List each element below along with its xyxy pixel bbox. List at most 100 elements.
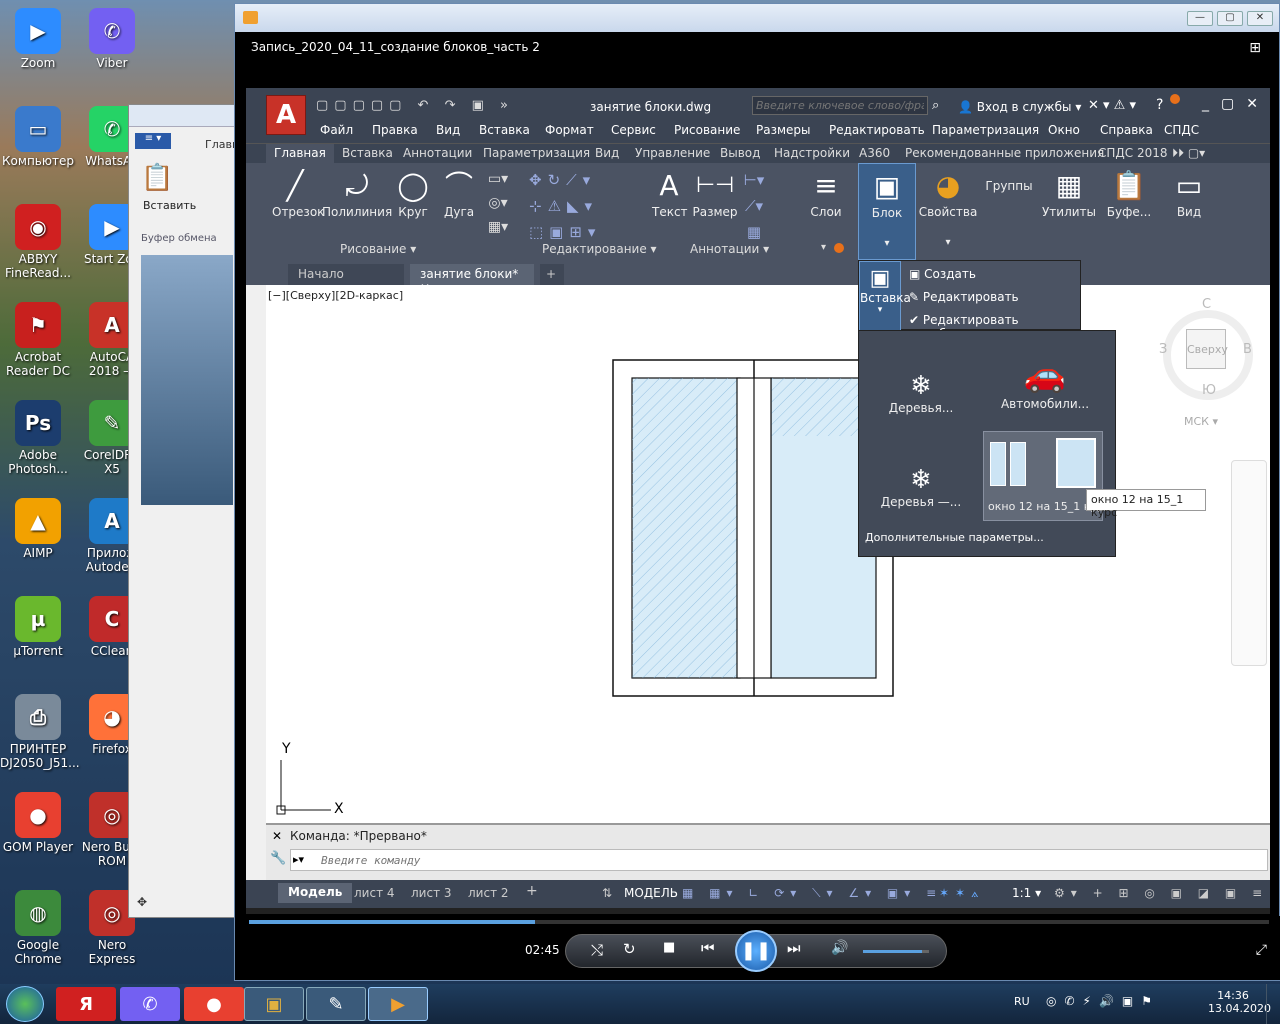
view-tool[interactable]: ▭ Вид bbox=[1160, 167, 1218, 219]
menu-window[interactable]: Окно bbox=[1048, 123, 1080, 137]
new-tab-button[interactable]: + bbox=[540, 264, 564, 285]
tab-parametric[interactable]: Параметризация bbox=[483, 146, 590, 160]
file-menu-button[interactable]: ≡ ▾ bbox=[135, 133, 171, 149]
menu-view[interactable]: Вид bbox=[436, 123, 460, 137]
model-space-button[interactable]: МОДЕЛЬ bbox=[624, 886, 678, 900]
taskbar-explorer[interactable]: ▣ bbox=[244, 987, 304, 1021]
polyline-tool[interactable]: ⤾ Полилиния bbox=[322, 167, 392, 219]
gallery-item-trees-2[interactable]: ❄ Деревья —... bbox=[873, 465, 969, 509]
gallery-item-cars[interactable]: 🚗 Автомобили... bbox=[989, 353, 1101, 411]
viewcube-south[interactable]: Ю bbox=[1202, 383, 1216, 398]
move-icon[interactable]: ✥ bbox=[137, 895, 147, 909]
close-button[interactable]: ✕ bbox=[1247, 10, 1273, 26]
layout-tab-sheet2[interactable]: лист 2 bbox=[468, 886, 509, 900]
panel-modify-title[interactable]: Редактирование ▾ bbox=[542, 242, 657, 256]
modify-tools[interactable]: ✥↻⟋▾ ⊹⚠◣▾ ⬚▣⊞▾ bbox=[529, 167, 624, 245]
wrench-icon[interactable]: 🔧 bbox=[270, 851, 286, 866]
menu-file[interactable]: Файл bbox=[320, 123, 353, 137]
viewcube-face[interactable]: Сверху bbox=[1186, 329, 1228, 369]
paste-icon[interactable]: 📋 bbox=[141, 163, 173, 193]
autocad-app-button[interactable]: A bbox=[266, 95, 306, 135]
groups-tool[interactable]: Группы bbox=[980, 179, 1038, 193]
taskbar-player[interactable]: ▶ bbox=[368, 987, 428, 1021]
pause-button[interactable]: ❚❚ bbox=[735, 930, 777, 972]
layers-dropdown-arrow[interactable]: ▾ bbox=[821, 242, 826, 253]
tab-a360[interactable]: A360 bbox=[859, 146, 890, 160]
viewcube-north[interactable]: С bbox=[1202, 297, 1211, 312]
search-input[interactable] bbox=[752, 96, 928, 115]
exchange-icon[interactable]: ✕ ▾ ⚠ ▾ bbox=[1088, 98, 1136, 113]
desktop-icon-photoshop[interactable]: Ps Adobe Photosh... bbox=[0, 400, 76, 476]
desktop-icon-printer[interactable]: ⎙ ПРИНТЕР DJ2050_J51... bbox=[0, 694, 80, 770]
command-input-box[interactable]: ▸▾ bbox=[290, 849, 1268, 871]
maximize-button[interactable]: ▢ bbox=[1217, 10, 1243, 26]
binoculars-icon[interactable]: ⌕ bbox=[932, 98, 939, 113]
media-player-window[interactable]: — ▢ ✕ Запись_2020_04_11_создание блоков_… bbox=[234, 3, 1280, 981]
block-tool[interactable]: ▣ Блок ▾ bbox=[858, 163, 916, 260]
layout-menu-icon[interactable]: ⇅ bbox=[602, 886, 612, 900]
menu-edit[interactable]: Правка bbox=[372, 123, 418, 137]
volume-icon[interactable]: 🔊 bbox=[831, 940, 848, 956]
tab-annotate[interactable]: Аннотации bbox=[403, 146, 472, 160]
insert-button[interactable]: ▣ Вставка ▾ bbox=[859, 261, 911, 331]
drawing-canvas[interactable]: [−][Сверху][2D-каркас] Y X Сверху С Ю З … bbox=[266, 285, 1270, 823]
seek-bar[interactable] bbox=[249, 920, 1269, 924]
annotation-scale[interactable]: 1:1 ▾ bbox=[1012, 886, 1041, 900]
doc-tab-start[interactable]: Начало bbox=[288, 264, 404, 285]
desktop-icon-aimp[interactable]: ▲ AIMP bbox=[0, 498, 76, 560]
utilities-tool[interactable]: ▦ Утилиты bbox=[1040, 167, 1098, 219]
tab-home[interactable]: Главная bbox=[266, 144, 334, 164]
more-options-link[interactable]: Дополнительные параметры... bbox=[865, 531, 1044, 544]
menu-parametric[interactable]: Параметризация bbox=[932, 123, 1039, 137]
volume-slider[interactable] bbox=[863, 950, 929, 953]
command-input[interactable] bbox=[321, 852, 1221, 868]
clock[interactable]: 14:36 13.04.2020 bbox=[1208, 989, 1271, 1015]
desktop-icon-computer[interactable]: ▭ Компьютер bbox=[0, 106, 76, 168]
line-tool[interactable]: ╱ Отрезок bbox=[272, 167, 324, 219]
menu-draw[interactable]: Рисование bbox=[674, 123, 740, 137]
panel-draw-title[interactable]: Рисование ▾ bbox=[340, 242, 416, 256]
tab-spds[interactable]: СПДС 2018 bbox=[1098, 146, 1168, 160]
status-toggles[interactable]: ▦ ▦▾ ∟ ⟳▾ ⟍▾ ∠▾ ▣▾ ≡ bbox=[682, 886, 942, 901]
menu-modify[interactable]: Редактировать bbox=[829, 123, 925, 137]
layout-tab-sheet3[interactable]: лист 3 bbox=[411, 886, 452, 900]
repeat-icon[interactable]: ↻ bbox=[623, 940, 636, 958]
layers-tool[interactable]: ≡ Слои bbox=[806, 167, 846, 219]
taskbar-yandex[interactable]: Я bbox=[56, 987, 116, 1021]
minimize-button[interactable]: — bbox=[1187, 10, 1213, 26]
tab-view[interactable]: Вид bbox=[595, 146, 619, 160]
desktop-icon-gom-player[interactable]: ● GOM Player bbox=[0, 792, 76, 854]
clipboard-tool[interactable]: 📋 Буфе... bbox=[1100, 167, 1158, 219]
background-window[interactable]: ≡ ▾ Главн 📋 Вставить Буфер обмена ✥ bbox=[128, 104, 239, 918]
tab-output[interactable]: Вывод bbox=[720, 146, 760, 160]
viewcube-west[interactable]: З bbox=[1159, 342, 1167, 357]
draw-small-tools[interactable]: ▭▾ ◎▾ ▦▾ bbox=[480, 167, 516, 239]
layout-tab-sheet4[interactable]: лист 4 bbox=[354, 886, 395, 900]
create-block-item[interactable]: ▣ Создать bbox=[909, 267, 976, 281]
gallery-item-window[interactable]: окно 12 на 15_1 курс bbox=[983, 431, 1103, 521]
tab-insert[interactable]: Вставка bbox=[342, 146, 393, 160]
add-layout-button[interactable]: + bbox=[526, 883, 538, 899]
desktop-icon-chrome[interactable]: ◍ Google Chrome bbox=[0, 890, 76, 966]
bgwin-titlebar[interactable] bbox=[129, 105, 237, 127]
gallery-item-trees-1[interactable]: ❄ Деревья... bbox=[873, 371, 969, 415]
dimension-tool[interactable]: ⊢⊣ Размер bbox=[692, 167, 738, 219]
signin-button[interactable]: 👤 Вход в службы ▾ bbox=[958, 100, 1081, 114]
taskbar-gom[interactable]: ● bbox=[184, 987, 244, 1021]
tab-manage[interactable]: Управление bbox=[635, 146, 710, 160]
viewcube-east[interactable]: В bbox=[1243, 342, 1252, 357]
doc-tab-active[interactable]: занятие блоки* ✕ bbox=[410, 264, 534, 295]
previous-icon[interactable]: ⏮ bbox=[701, 939, 715, 957]
edit-block-item[interactable]: ✎ Редактировать bbox=[909, 290, 1019, 304]
start-button[interactable] bbox=[6, 986, 44, 1022]
taskbar-viber[interactable]: ✆ bbox=[120, 987, 180, 1021]
tray-icons[interactable]: ◎✆⚡🔊▣⚑ bbox=[1046, 994, 1160, 1008]
shuffle-icon[interactable]: ⤭ bbox=[591, 941, 603, 959]
text-tool[interactable]: A Текст bbox=[652, 167, 688, 219]
arc-tool[interactable]: ⌒ Дуга bbox=[444, 167, 474, 219]
layout-tab-model[interactable]: Модель bbox=[278, 883, 353, 903]
taskbar-paint[interactable]: ✎ bbox=[306, 987, 366, 1021]
close-icon[interactable]: ✕ bbox=[272, 829, 282, 843]
properties-tool[interactable]: ◕ Свойства ▾ bbox=[918, 167, 978, 248]
desktop-icon-abbyy[interactable]: ◉ ABBYY FineRead... bbox=[0, 204, 76, 280]
